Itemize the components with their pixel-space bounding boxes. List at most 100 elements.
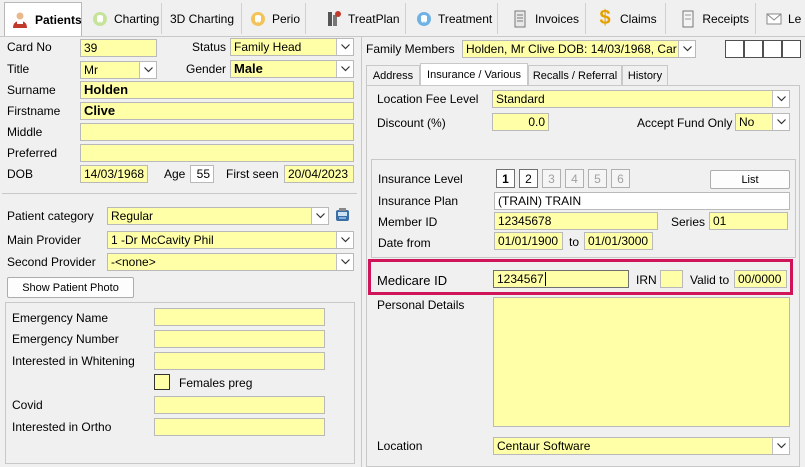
insurance-level-3-button[interactable]: 3 — [542, 169, 561, 188]
dob-field[interactable]: 14/03/1968 — [80, 165, 148, 183]
subtab-history[interactable]: History — [622, 65, 668, 85]
tab-label: Le — [788, 11, 802, 26]
females-preg-checkbox[interactable] — [154, 374, 170, 390]
irn-label: IRN — [636, 273, 657, 287]
chevron-down-icon[interactable] — [678, 41, 695, 57]
preferred-label: Preferred — [7, 146, 58, 160]
member-id-field[interactable]: 12345678 — [494, 212, 658, 230]
tab-letters[interactable]: Le — [760, 3, 805, 34]
chevron-down-icon[interactable] — [139, 62, 156, 78]
insurance-level-2-button[interactable]: 2 — [519, 169, 538, 188]
tab-label: Receipts — [702, 11, 749, 26]
chevron-down-icon[interactable] — [336, 39, 353, 55]
chevron-down-icon[interactable] — [772, 91, 789, 107]
tab-claims[interactable]: $ Claims — [590, 3, 666, 34]
tab-invoices[interactable]: Invoices — [506, 3, 586, 34]
subtab-insurance-various[interactable]: Insurance / Various — [420, 63, 528, 86]
title-value: Mr — [84, 63, 98, 77]
middle-field[interactable] — [80, 123, 354, 141]
tab-receipts[interactable]: Receipts — [674, 3, 756, 34]
status-value: Family Head — [234, 40, 302, 54]
category-label: Patient category — [7, 209, 94, 223]
irn-field[interactable] — [660, 270, 683, 288]
tab-charting[interactable]: Charting — [86, 3, 162, 34]
invoice-icon — [512, 10, 529, 28]
subtab-recalls-referral[interactable]: Recalls / Referral — [528, 65, 622, 85]
location-fee-select[interactable]: Standard — [492, 90, 790, 108]
tab-patients[interactable]: Patients — [4, 2, 82, 36]
card-no-label: Card No — [7, 40, 52, 54]
discount-label: Discount (%) — [377, 116, 446, 130]
flag-box-2[interactable] — [744, 40, 763, 58]
location-value: Centaur Software — [497, 439, 591, 453]
series-label: Series — [671, 215, 706, 229]
date-to-field[interactable]: 01/01/3000 — [584, 232, 653, 250]
insurance-plan-field[interactable]: (TRAIN) TRAIN — [494, 192, 790, 210]
status-select[interactable]: Family Head — [230, 38, 354, 56]
insurance-level-label: Insurance Level — [378, 172, 463, 186]
gender-select[interactable]: Male — [230, 60, 354, 78]
tab-treatment[interactable]: Treatment — [410, 3, 498, 34]
tab-perio[interactable]: Perio — [244, 3, 306, 34]
family-members-select[interactable]: Holden, Mr Clive DOB: 14/03/1968, Car — [462, 40, 696, 58]
preferred-field[interactable] — [80, 144, 354, 162]
chevron-down-icon[interactable] — [336, 61, 353, 77]
title-select[interactable]: Mr — [80, 61, 157, 79]
insurance-level-5-button[interactable]: 5 — [588, 169, 607, 188]
card-no-field[interactable]: 39 — [80, 39, 157, 57]
main-provider-label: Main Provider — [7, 233, 82, 247]
emergency-number-field[interactable] — [154, 330, 325, 348]
valid-to-field[interactable]: 00/0000 — [734, 270, 787, 288]
family-members-value: Holden, Mr Clive DOB: 14/03/1968, Car — [466, 42, 677, 56]
insurance-level-1-button[interactable]: 1 — [496, 169, 515, 188]
discount-field[interactable]: 0.0 — [492, 113, 549, 131]
medicare-id-field[interactable]: 1234567 — [493, 270, 629, 288]
location-select[interactable]: Centaur Software — [493, 437, 790, 455]
subtab-address[interactable]: Address — [366, 65, 420, 85]
location-fee-label: Location Fee Level — [377, 92, 479, 106]
accept-fund-label: Accept Fund Only — [637, 116, 733, 130]
chevron-down-icon[interactable] — [336, 232, 353, 248]
show-patient-photo-button[interactable]: Show Patient Photo — [7, 277, 134, 298]
whitening-field[interactable] — [154, 352, 325, 370]
category-select[interactable]: Regular — [107, 207, 329, 225]
covid-field[interactable] — [154, 396, 325, 414]
personal-details-textarea[interactable] — [493, 297, 790, 427]
ortho-field[interactable] — [154, 418, 325, 436]
middle-label: Middle — [7, 125, 43, 139]
family-members-label: Family Members — [366, 42, 455, 56]
patient-icon — [11, 11, 29, 29]
flag-box-3[interactable] — [763, 40, 782, 58]
first-seen-field[interactable]: 20/04/2023 — [284, 165, 354, 183]
flag-box-4[interactable] — [782, 40, 801, 58]
perio-tooth-icon — [250, 10, 266, 28]
surname-label: Surname — [7, 83, 56, 97]
tab-label: Invoices — [534, 11, 579, 26]
chevron-down-icon[interactable] — [772, 438, 789, 454]
edit-category-icon[interactable] — [335, 207, 351, 223]
insurance-level-4-button[interactable]: 4 — [565, 169, 584, 188]
series-field[interactable]: 01 — [709, 212, 788, 230]
tab-3d-charting[interactable]: 3D Charting — [164, 3, 242, 34]
emergency-name-label: Emergency Name — [12, 311, 109, 325]
accept-fund-select[interactable]: No — [735, 113, 790, 131]
tab-label: Perio — [272, 11, 301, 26]
insurance-level-6-button[interactable]: 6 — [611, 169, 630, 188]
list-button[interactable]: List — [710, 170, 790, 189]
flag-box-1[interactable] — [725, 40, 744, 58]
dollar-icon: $ — [599, 7, 611, 29]
second-provider-select[interactable]: -<none> — [107, 253, 354, 271]
surname-field[interactable]: Holden — [80, 81, 354, 99]
firstname-field[interactable]: Clive — [80, 102, 354, 120]
chevron-down-icon[interactable] — [311, 208, 328, 224]
location-label: Location — [377, 439, 423, 453]
chevron-down-icon[interactable] — [772, 114, 789, 130]
main-provider-select[interactable]: 1 -Dr McCavity Phil — [107, 231, 354, 249]
date-from-label: Date from — [378, 236, 431, 250]
chevron-down-icon[interactable] — [336, 254, 353, 270]
tab-treatplan[interactable]: TreatPlan — [320, 3, 406, 34]
date-from-field[interactable]: 01/01/1900 — [494, 232, 563, 250]
tab-label: Claims — [620, 11, 657, 26]
emergency-name-field[interactable] — [154, 308, 325, 326]
age-label: Age — [164, 167, 186, 181]
